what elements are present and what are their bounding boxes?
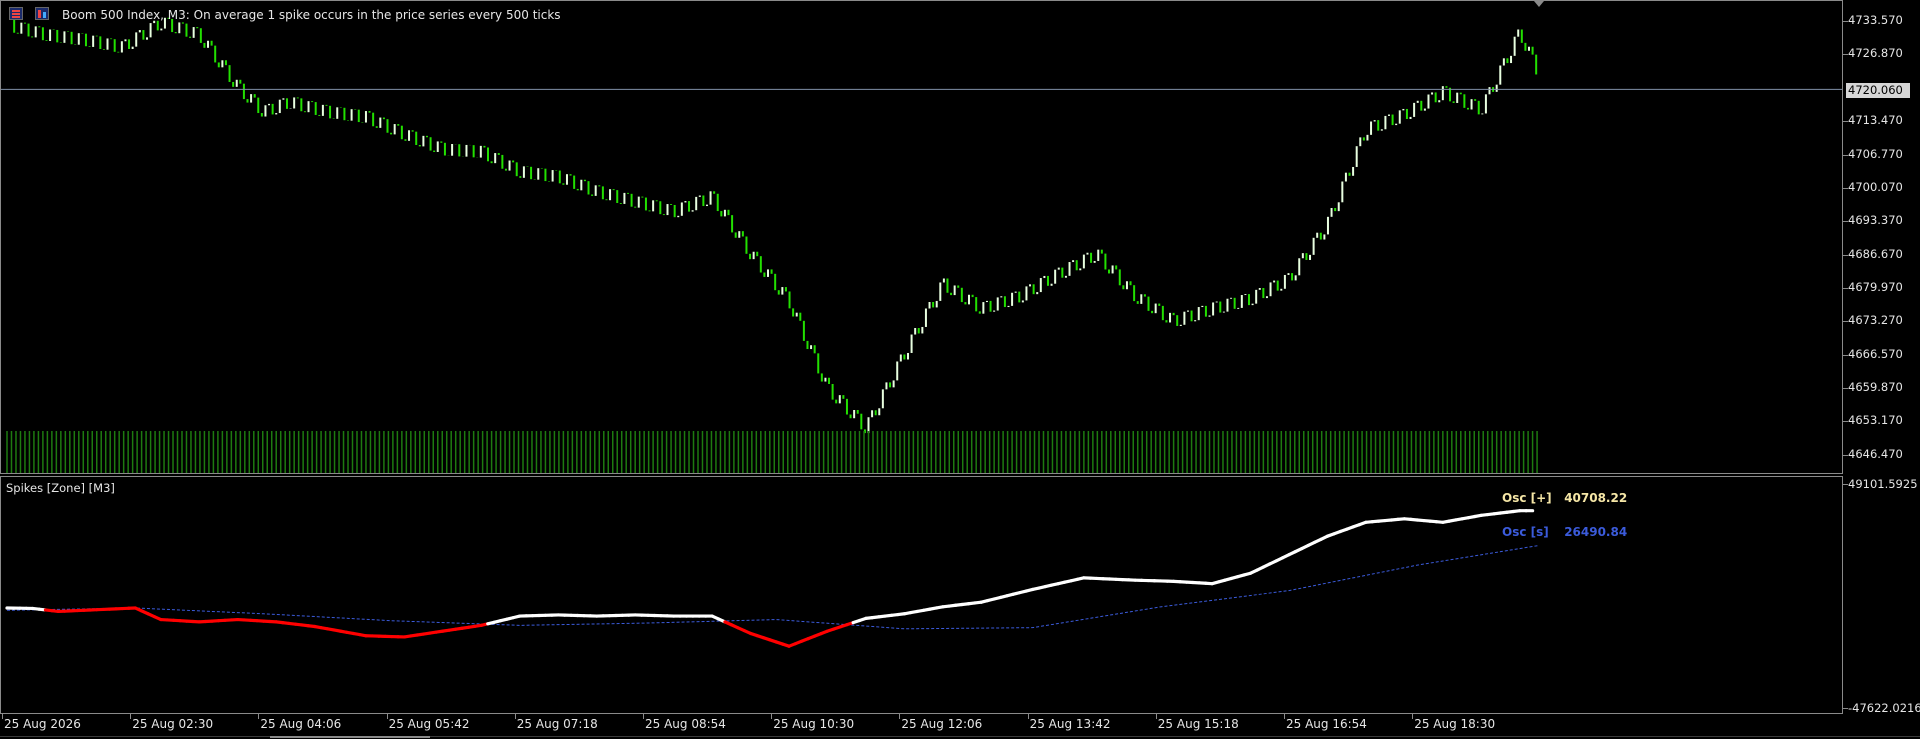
- price-axis-label: 4653.170: [1848, 413, 1903, 428]
- menu-line-icon: [12, 13, 20, 15]
- axis-tick: [899, 714, 901, 719]
- axis-tick: [1843, 221, 1848, 223]
- chart-title: Boom 500 Index, M3: On average 1 spike o…: [62, 8, 561, 22]
- axis-tick: [1843, 187, 1848, 189]
- indicator-bar-icon: [43, 12, 46, 18]
- osc-signal-name: Osc [s]: [1502, 525, 1549, 539]
- axis-tick: [1843, 421, 1848, 423]
- osc-signal-legend: Osc [s] 26490.84: [1502, 525, 1627, 539]
- axis-tick: [1843, 287, 1848, 289]
- osc-plus-legend: Osc [+] 40708.22: [1502, 491, 1627, 505]
- price-axis-label: 4679.970: [1848, 279, 1903, 294]
- oscillator-canvas[interactable]: [1, 477, 1842, 713]
- axis-tick: [1843, 54, 1848, 56]
- axis-tick: [1843, 321, 1848, 323]
- price-axis-label: 4700.070: [1848, 179, 1903, 194]
- time-axis-label: 25 Aug 10:30: [773, 717, 855, 731]
- menu-line-icon: [12, 16, 20, 18]
- indicator-axis-bottom: -47622.0216: [1848, 701, 1920, 715]
- axis-tick: [1843, 454, 1848, 456]
- indicator-bar-icon: [38, 10, 41, 18]
- price-axis-label: 4706.770: [1848, 146, 1903, 161]
- menu-line-icon: [12, 10, 20, 12]
- osc-signal-line: [6, 544, 1540, 630]
- axis-tick: [1843, 708, 1848, 709]
- axis-tick: [1843, 21, 1848, 23]
- time-axis-label: 25 Aug 15:18: [1157, 717, 1239, 731]
- axis-tick: [1027, 714, 1029, 719]
- osc-plus-value: 40708.22: [1564, 491, 1628, 505]
- axis-tick: [1843, 354, 1848, 356]
- axis-tick: [258, 714, 260, 719]
- price-axis-label: 4693.370: [1848, 213, 1903, 228]
- axis-tick: [2, 714, 3, 719]
- price-axis-label: 4666.570: [1848, 346, 1903, 361]
- axis-tick: [1843, 254, 1848, 256]
- time-axis-label: 25 Aug 05:42: [388, 717, 470, 731]
- chart-menu-icon[interactable]: [9, 7, 23, 20]
- axis-tick: [514, 714, 516, 719]
- time-axis-label: 25 Aug 02:30: [132, 717, 214, 731]
- time-axis-scroll-thumb[interactable]: [270, 736, 430, 738]
- price-axis-label: 4673.270: [1848, 313, 1903, 328]
- axis-tick: [1843, 484, 1848, 485]
- axis-tick: [643, 714, 644, 719]
- price-axis-label: 4686.670: [1848, 246, 1903, 261]
- indicator-pane[interactable]: [0, 476, 1843, 714]
- current-price-label: 4720.060: [1846, 83, 1910, 98]
- indicator-list-icon[interactable]: [35, 7, 49, 20]
- axis-tick: [386, 714, 388, 719]
- indicator-axis-top: 49101.5925: [1848, 477, 1918, 491]
- time-axis-label: 25 Aug 18:30: [1414, 717, 1496, 731]
- osc-signal-value: 26490.84: [1564, 525, 1628, 539]
- axis-tick: [1155, 714, 1157, 719]
- axis-tick: [771, 714, 773, 719]
- axis-tick: [130, 714, 132, 719]
- axis-tick: [1843, 154, 1848, 156]
- axis-tick: [1843, 388, 1848, 389]
- axis-tick: [1843, 121, 1848, 123]
- time-axis-label: 25 Aug 16:54: [1286, 717, 1367, 731]
- price-axis-label: 4659.870: [1848, 380, 1903, 394]
- volume-histogram: [6, 431, 1538, 473]
- time-axis-label: 25 Aug 04:06: [260, 717, 342, 731]
- price-chart-canvas[interactable]: [1, 1, 1842, 473]
- osc-plus-name: Osc [+]: [1502, 491, 1552, 505]
- time-axis-label: 25 Aug 2026: [4, 717, 81, 731]
- price-axis-label: 4713.470: [1848, 113, 1903, 128]
- axis-tick: [1412, 714, 1414, 719]
- price-axis-label: 4733.570: [1848, 13, 1903, 28]
- price-axis-label: 4726.870: [1848, 46, 1903, 61]
- chart-shift-marker[interactable]: [1533, 1, 1544, 7]
- time-axis-label: 25 Aug 07:18: [516, 717, 598, 731]
- time-axis-label: 25 Aug 12:06: [901, 717, 983, 731]
- price-axis-label: 4646.470: [1848, 446, 1903, 461]
- time-axis-label: 25 Aug 08:54: [645, 717, 726, 731]
- axis-tick: [1284, 714, 1285, 719]
- indicator-title: Spikes [Zone] [M3]: [6, 481, 115, 495]
- time-axis-label: 25 Aug 13:42: [1029, 717, 1111, 731]
- price-chart-pane[interactable]: [0, 0, 1843, 474]
